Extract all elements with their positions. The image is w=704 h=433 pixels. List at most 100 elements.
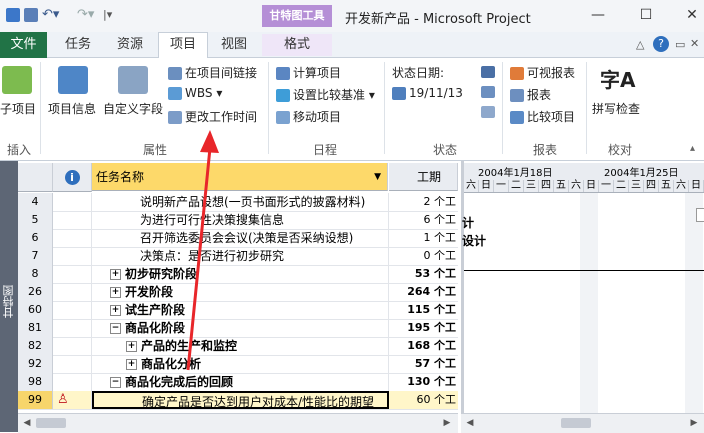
collapse-icon[interactable]: − bbox=[110, 377, 121, 388]
expand-icon[interactable]: + bbox=[110, 305, 121, 316]
row-id[interactable]: 99 bbox=[18, 391, 53, 409]
expand-icon[interactable]: + bbox=[126, 359, 137, 370]
tab-resource[interactable]: 资源 bbox=[108, 34, 152, 56]
select-all-corner[interactable] bbox=[18, 163, 53, 192]
customize-qat-icon[interactable]: |▾ bbox=[103, 8, 112, 21]
help-icon[interactable]: ? bbox=[653, 36, 669, 52]
duration-cell[interactable]: 2 个工 bbox=[390, 193, 458, 211]
move-project-button[interactable]: 移动项目 bbox=[276, 108, 341, 125]
scroll-right-icon[interactable]: ▶ bbox=[440, 416, 454, 430]
duration-cell[interactable]: 1 个工 bbox=[390, 229, 458, 247]
custom-fields-button[interactable]: 自定义字段 bbox=[103, 100, 163, 117]
tab-file[interactable]: 文件 bbox=[0, 32, 47, 58]
task-name-cell[interactable]: 为进行可行性决策搜集信息 bbox=[92, 211, 389, 229]
row-id[interactable]: 4 bbox=[18, 193, 53, 211]
tab-format[interactable]: 格式 bbox=[262, 34, 332, 56]
collapse-ribbon-icon[interactable]: ▴ bbox=[690, 143, 695, 154]
table-row[interactable]: 4 说明新产品设想(一页书面形式的披露材料) 2 个工 bbox=[18, 193, 458, 212]
change-working-time-button[interactable]: 更改工作时间 bbox=[168, 108, 257, 125]
tracking-icon[interactable] bbox=[481, 106, 495, 118]
links-between-projects-button[interactable]: 在项目间链接 bbox=[168, 64, 257, 81]
table-row[interactable]: 98 − 商品化完成后的回顾 130 个工 bbox=[18, 373, 458, 392]
gantt-horizontal-scrollbar[interactable]: ◀ ▶ bbox=[461, 413, 704, 433]
collapse-icon[interactable]: − bbox=[110, 323, 121, 334]
table-row[interactable]: 99 ♙ 确定产品是否达到用户对成本/性能比的期望 60 个工 bbox=[18, 391, 458, 410]
maximize-button[interactable]: ☐ bbox=[634, 4, 658, 26]
table-row[interactable]: 7 决策点：是否进行初步研究 0 个工 bbox=[18, 247, 458, 266]
row-id[interactable]: 60 bbox=[18, 301, 53, 319]
status-icon[interactable] bbox=[481, 86, 495, 98]
task-name-cell[interactable]: + 开发阶段 bbox=[92, 283, 389, 301]
duration-column-header[interactable]: 工期 bbox=[389, 163, 458, 191]
scrollbar-thumb[interactable] bbox=[561, 418, 591, 428]
task-name-cell[interactable]: − 商品化完成后的回顾 bbox=[92, 373, 389, 391]
duration-cell[interactable]: 195 个工 bbox=[390, 319, 458, 337]
task-name-column-header[interactable]: 任务名称 ▼ bbox=[92, 163, 388, 191]
row-id[interactable]: 6 bbox=[18, 229, 53, 247]
project-info-button[interactable]: 项目信息 bbox=[48, 100, 96, 117]
duration-cell[interactable]: 0 个工 bbox=[390, 247, 458, 265]
scrollbar-thumb[interactable] bbox=[36, 418, 66, 428]
task-name-cell[interactable]: + 商品化分析 bbox=[92, 355, 389, 373]
wbs-button[interactable]: WBS ▾ bbox=[168, 86, 222, 100]
duration-cell[interactable]: 6 个工 bbox=[390, 211, 458, 229]
duration-cell[interactable]: 264 个工 bbox=[390, 283, 458, 301]
expand-icon[interactable]: + bbox=[110, 269, 121, 280]
reports-button[interactable]: 报表 bbox=[510, 86, 551, 103]
table-row[interactable]: 8 + 初步研究阶段 53 个工 bbox=[18, 265, 458, 284]
row-id[interactable]: 81 bbox=[18, 319, 53, 337]
close-button[interactable]: ✕ bbox=[680, 4, 704, 26]
row-id[interactable]: 7 bbox=[18, 247, 53, 265]
duration-cell[interactable]: 57 个工 bbox=[390, 355, 458, 373]
save-icon[interactable] bbox=[24, 8, 38, 22]
tab-view[interactable]: 视图 bbox=[212, 34, 256, 56]
table-row[interactable]: 92 + 商品化分析 57 个工 bbox=[18, 355, 458, 374]
task-name-cell[interactable]: + 产品的生产和监控 bbox=[92, 337, 389, 355]
table-row[interactable]: 5 为进行可行性决策搜集信息 6 个工 bbox=[18, 211, 458, 230]
duration-cell[interactable]: 168 个工 bbox=[390, 337, 458, 355]
table-horizontal-scrollbar[interactable]: ◀ ▶ bbox=[18, 413, 458, 433]
visual-reports-button[interactable]: 可视报表 bbox=[510, 64, 575, 81]
duration-cell[interactable]: 60 个工 bbox=[390, 391, 458, 409]
scroll-right-icon[interactable]: ▶ bbox=[687, 416, 701, 430]
duration-cell[interactable]: 115 个工 bbox=[390, 301, 458, 319]
ribbon-minimize-icon[interactable]: ▭ bbox=[675, 38, 685, 51]
table-row[interactable]: 26 + 开发阶段 264 个工 bbox=[18, 283, 458, 302]
minimize-button[interactable]: — bbox=[586, 4, 610, 26]
task-name-cell[interactable]: 确定产品是否达到用户对成本/性能比的期望 bbox=[92, 391, 389, 409]
tab-project[interactable]: 项目 bbox=[158, 32, 208, 59]
duration-cell[interactable]: 53 个工 bbox=[390, 265, 458, 283]
row-id[interactable]: 92 bbox=[18, 355, 53, 373]
scroll-left-icon[interactable]: ◀ bbox=[463, 416, 477, 430]
ribbon-collapse-icon[interactable]: △ bbox=[636, 38, 644, 51]
task-name-cell[interactable]: + 试生产阶段 bbox=[92, 301, 389, 319]
task-name-cell[interactable]: − 商品化阶段 bbox=[92, 319, 389, 337]
table-row[interactable]: 81 − 商品化阶段 195 个工 bbox=[18, 319, 458, 338]
scroll-left-icon[interactable]: ◀ bbox=[20, 416, 34, 430]
row-id[interactable]: 8 bbox=[18, 265, 53, 283]
table-row[interactable]: 60 + 试生产阶段 115 个工 bbox=[18, 301, 458, 320]
task-name-cell[interactable]: 决策点：是否进行初步研究 bbox=[92, 247, 389, 265]
set-baseline-button[interactable]: 设置比较基准 ▾ bbox=[276, 86, 375, 103]
update-project-icon[interactable] bbox=[481, 66, 495, 78]
expand-icon[interactable]: + bbox=[110, 287, 121, 298]
row-id[interactable]: 5 bbox=[18, 211, 53, 229]
row-id[interactable]: 82 bbox=[18, 337, 53, 355]
ribbon-close-icon[interactable]: ✕ bbox=[690, 37, 699, 50]
gantt-scroll-marker[interactable] bbox=[696, 208, 704, 222]
indicators-column-header[interactable]: i bbox=[53, 163, 92, 192]
calculate-project-button[interactable]: 计算项目 bbox=[276, 64, 341, 81]
redo-icon[interactable]: ↷▾ bbox=[77, 7, 94, 22]
tab-task[interactable]: 任务 bbox=[56, 34, 100, 56]
spelling-button[interactable]: 拼写检查 bbox=[592, 100, 640, 117]
table-row[interactable]: 82 + 产品的生产和监控 168 个工 bbox=[18, 337, 458, 356]
compare-projects-button[interactable]: 比较项目 bbox=[510, 108, 575, 125]
table-row[interactable]: 6 召开筛选委员会会议(决策是否采纳设想) 1 个工 bbox=[18, 229, 458, 248]
expand-icon[interactable]: + bbox=[126, 341, 137, 352]
duration-cell[interactable]: 130 个工 bbox=[390, 373, 458, 391]
filter-dropdown-icon[interactable]: ▼ bbox=[374, 163, 381, 191]
row-id[interactable]: 98 bbox=[18, 373, 53, 391]
row-id[interactable]: 26 bbox=[18, 283, 53, 301]
project-app-icon[interactable] bbox=[6, 8, 20, 22]
status-date-button[interactable]: 19/11/13 bbox=[392, 86, 463, 100]
